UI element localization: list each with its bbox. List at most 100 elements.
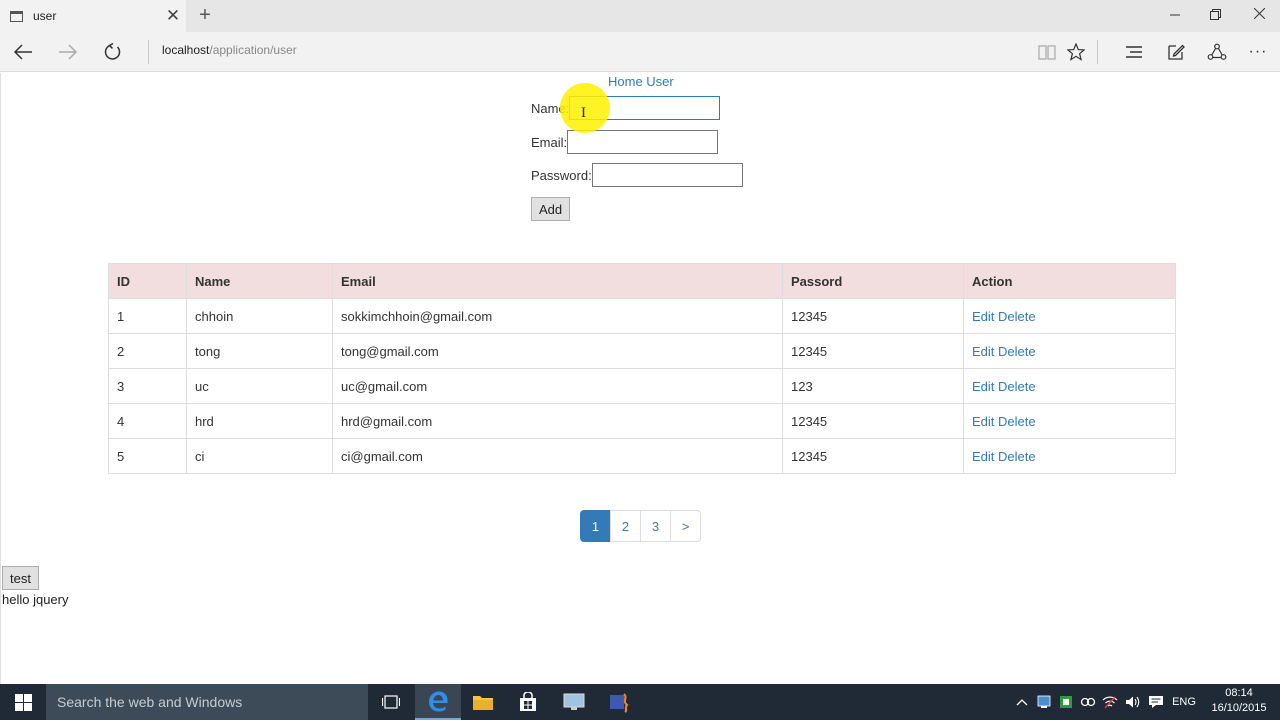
cell-email: tong@gmail.com xyxy=(332,333,783,369)
cell-name: hrd xyxy=(186,403,333,439)
start-button[interactable] xyxy=(0,684,46,720)
cell-password: 12345 xyxy=(782,298,964,334)
browser-titlebar: user ✕ + xyxy=(0,0,1280,32)
test-button[interactable]: test xyxy=(2,566,39,590)
taskbar-edge-button[interactable] xyxy=(415,684,461,720)
taskbar-app-button[interactable] xyxy=(551,684,597,720)
cell-action: Edit Delete xyxy=(963,438,1176,474)
address-host: localhost xyxy=(162,43,210,57)
tray-app-1[interactable] xyxy=(1036,684,1052,720)
windows-logo-icon xyxy=(14,693,32,711)
pen-note-icon xyxy=(1168,44,1185,60)
delete-link[interactable]: Delete xyxy=(998,414,1036,429)
cell-id: 3 xyxy=(108,368,187,404)
clock-date: 16/10/2015 xyxy=(1211,702,1267,714)
more-button[interactable]: ··· xyxy=(1241,36,1275,68)
email-input[interactable] xyxy=(567,130,719,154)
restore-icon xyxy=(1210,9,1221,20)
tray-notifications[interactable] xyxy=(1148,684,1164,720)
delete-link[interactable]: Delete xyxy=(998,449,1036,464)
next-page-button[interactable]: > xyxy=(670,510,701,542)
cell-name: uc xyxy=(186,368,333,404)
tray-app-2[interactable] xyxy=(1058,684,1074,720)
link-tray-icon xyxy=(1080,697,1096,707)
minimize-icon xyxy=(1169,14,1180,16)
cell-password: 123 xyxy=(782,368,964,404)
browser-navbar: localhost/application/user ··· xyxy=(0,32,1280,72)
table-header-row: ID Name Email Passord Action xyxy=(108,263,1176,299)
forward-button[interactable] xyxy=(51,36,85,68)
cell-email: uc@gmail.com xyxy=(332,368,783,404)
header-password: Passord xyxy=(782,263,964,299)
taskbar-file-explorer-button[interactable] xyxy=(460,684,506,720)
taskbar-clock[interactable]: 08:14 16/10/2015 xyxy=(1203,686,1275,716)
taskbar-search-input[interactable]: Search the web and Windows xyxy=(46,684,368,720)
back-button[interactable] xyxy=(6,36,40,68)
cell-action: Edit Delete xyxy=(963,333,1176,369)
tray-app-3[interactable] xyxy=(1080,684,1096,720)
tray-volume[interactable] xyxy=(1125,684,1141,720)
share-button[interactable] xyxy=(1200,36,1234,68)
store-bag-icon xyxy=(520,692,536,711)
cell-email: sokkimchhoin@gmail.com xyxy=(332,298,783,334)
taskbar-php-app-button[interactable] xyxy=(597,684,643,720)
taskbar-store-button[interactable] xyxy=(505,684,551,720)
hub-button[interactable] xyxy=(1117,36,1151,68)
edit-link[interactable]: Edit xyxy=(972,449,994,464)
tray-show-hidden-icons[interactable] xyxy=(1013,684,1031,720)
table-row: 5 ci ci@gmail.com 12345 Edit Delete xyxy=(108,438,1176,474)
delete-link[interactable]: Delete xyxy=(998,309,1036,324)
address-bar[interactable]: localhost/application/user xyxy=(162,43,297,57)
table-row: 2 tong tong@gmail.com 12345 Edit Delete xyxy=(108,333,1176,369)
page-2-button[interactable]: 2 xyxy=(610,510,641,542)
cell-id: 5 xyxy=(108,438,187,474)
cell-id: 2 xyxy=(108,333,187,369)
password-row: Password: xyxy=(531,163,743,187)
header-name: Name xyxy=(186,263,333,299)
cell-action: Edit Delete xyxy=(963,403,1176,439)
edit-link[interactable]: Edit xyxy=(972,379,994,394)
edge-icon xyxy=(429,691,448,712)
browser-tab[interactable]: user ✕ xyxy=(0,0,186,32)
cell-password: 12345 xyxy=(782,403,964,439)
minimize-button[interactable] xyxy=(1153,0,1196,30)
password-input[interactable] xyxy=(591,163,743,187)
edit-link[interactable]: Edit xyxy=(972,414,994,429)
cell-action: Edit Delete xyxy=(963,298,1176,334)
task-view-button[interactable] xyxy=(368,684,414,720)
users-table: ID Name Email Passord Action 1 chhoin so… xyxy=(108,263,1176,474)
add-button[interactable]: Add xyxy=(531,197,571,221)
table-row: 1 chhoin sokkimchhoin@gmail.com 12345 Ed… xyxy=(108,298,1176,334)
new-tab-button[interactable]: + xyxy=(192,0,218,32)
arrow-left-icon xyxy=(13,44,32,60)
home-user-link[interactable]: Home User xyxy=(608,74,674,89)
refresh-button[interactable] xyxy=(96,36,130,68)
share-icon xyxy=(1207,43,1227,60)
refresh-icon xyxy=(104,43,121,60)
window-close-button[interactable] xyxy=(1238,0,1280,30)
delete-link[interactable]: Delete xyxy=(998,379,1036,394)
tray-network[interactable] xyxy=(1102,684,1118,720)
text-cursor-icon: I xyxy=(581,105,586,121)
tab-title: user xyxy=(33,9,57,23)
folder-icon xyxy=(473,696,493,710)
tab-page-icon xyxy=(10,10,23,22)
edit-link[interactable]: Edit xyxy=(972,344,994,359)
toolbar-separator xyxy=(1097,40,1098,64)
tab-close-button[interactable]: ✕ xyxy=(160,6,186,26)
book-icon xyxy=(1038,45,1056,60)
page-1-button[interactable]: 1 xyxy=(580,510,611,542)
page-content: Home User Name: Email: Password: Add I I… xyxy=(0,73,1280,685)
page-3-button[interactable]: 3 xyxy=(640,510,671,542)
cell-email: hrd@gmail.com xyxy=(332,403,783,439)
cell-password: 12345 xyxy=(782,333,964,369)
favorite-button[interactable] xyxy=(1059,36,1093,68)
delete-link[interactable]: Delete xyxy=(998,344,1036,359)
tray-language[interactable]: ENG xyxy=(1168,684,1200,720)
edit-link[interactable]: Edit xyxy=(972,309,994,324)
address-separator xyxy=(148,40,149,64)
restore-button[interactable] xyxy=(1194,0,1237,30)
web-note-button[interactable] xyxy=(1159,36,1193,68)
green-tray-icon xyxy=(1060,696,1072,708)
close-icon xyxy=(1253,7,1266,20)
